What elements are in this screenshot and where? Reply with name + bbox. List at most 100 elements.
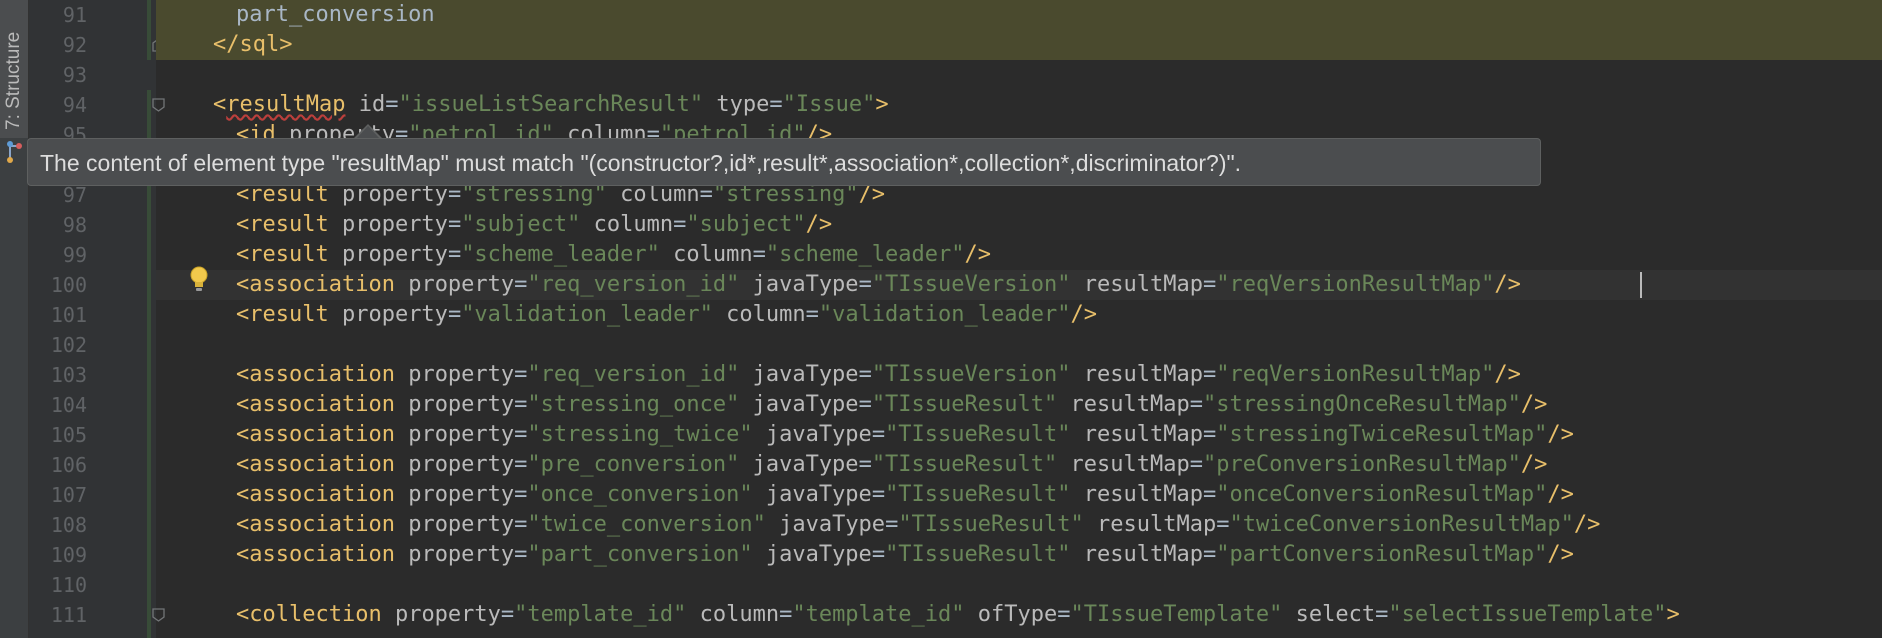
- code-token: <result: [236, 212, 329, 237]
- code-line[interactable]: [156, 570, 1882, 600]
- code-token: column: [712, 302, 806, 327]
- code-token: =: [1189, 392, 1203, 417]
- code-token: =: [752, 242, 766, 267]
- line-number: 104: [50, 393, 87, 417]
- code-token: ofType: [964, 602, 1058, 627]
- code-line[interactable]: part_conversion: [156, 0, 1882, 30]
- code-editor[interactable]: part_conversion </sql> < resultMap id = "issu…: [156, 0, 1882, 638]
- code-token: <: [213, 92, 227, 117]
- code-token: =: [1202, 422, 1217, 447]
- code-line[interactable]: <association property="stressing_twice" …: [156, 420, 1882, 450]
- code-token: =: [514, 482, 528, 507]
- code-token: =: [514, 422, 528, 447]
- code-token: "subject": [461, 212, 581, 237]
- code-line[interactable]: <association property="twice_conversion"…: [156, 510, 1882, 540]
- code-token: column: [580, 212, 674, 237]
- code-line[interactable]: <result property="validation_leader" col…: [156, 300, 1882, 330]
- code-token: type: [703, 92, 770, 117]
- code-line[interactable]: <collection property="template_id" colum…: [156, 600, 1882, 630]
- code-line[interactable]: <resultMap id="issueListSearchResult" ty…: [156, 90, 1882, 120]
- code-token: property: [394, 392, 515, 417]
- code-line[interactable]: <association property="part_conversion" …: [156, 540, 1882, 570]
- code-token: javaType: [752, 482, 872, 507]
- code-token: resultMap: [1083, 512, 1217, 537]
- code-token: "onceConversionResultMap": [1216, 482, 1548, 507]
- code-token: =: [514, 542, 528, 567]
- code-token: >: [1666, 602, 1680, 627]
- code-line[interactable]: <association property="stressing_once" j…: [156, 390, 1882, 420]
- code-token: =: [447, 242, 462, 267]
- code-token: property: [381, 602, 501, 627]
- code-token: resultMap: [1070, 482, 1203, 507]
- code-line[interactable]: [156, 60, 1882, 90]
- code-token: "template_id": [792, 602, 965, 627]
- code-token: "twice_conversion": [527, 512, 766, 537]
- code-token: "subject": [686, 212, 806, 237]
- code-token: =: [673, 212, 687, 237]
- code-token: =: [500, 602, 515, 627]
- code-token: >: [875, 92, 889, 117]
- code-token: "reqVersionResultMap": [1216, 362, 1495, 387]
- code-token: =: [769, 92, 783, 117]
- error-tooltip-text: The content of element type "resultMap" …: [40, 150, 1242, 176]
- code-token: javaType: [739, 272, 859, 297]
- code-line[interactable]: <association property="req_version_id" j…: [156, 270, 1882, 300]
- code-token: "part_conversion": [527, 542, 753, 567]
- code-line[interactable]: <result property="subject" column="subje…: [156, 210, 1882, 240]
- code-token: "TIssueVersion": [871, 362, 1071, 387]
- code-token: "TIssueResult": [885, 542, 1071, 567]
- change-marker: [147, 0, 151, 60]
- code-token: =: [858, 272, 872, 297]
- line-number: 106: [50, 453, 87, 477]
- code-line[interactable]: [156, 330, 1882, 360]
- code-token: "TIssueVersion": [871, 272, 1071, 297]
- code-line[interactable]: <association property="once_conversion" …: [156, 480, 1882, 510]
- code-token: "stressingOnceResultMap": [1202, 392, 1521, 417]
- code-token: resultMap: [1057, 452, 1190, 477]
- code-token: <association: [236, 542, 395, 567]
- code-token: javaType: [752, 422, 872, 447]
- code-token: =: [1216, 512, 1230, 537]
- code-token: resultMap: [1057, 392, 1190, 417]
- code-token: />: [1520, 392, 1548, 417]
- code-token: />: [1494, 362, 1521, 387]
- code-token: select: [1282, 602, 1376, 627]
- code-token: "Issue": [782, 92, 876, 117]
- code-token: "req_version_id": [527, 272, 740, 297]
- code-token: resultMap: [1070, 422, 1203, 447]
- code-token: =: [1202, 482, 1217, 507]
- code-token: =: [1202, 272, 1217, 297]
- code-token: =: [514, 512, 528, 537]
- code-token: />: [964, 242, 992, 267]
- line-number: 108: [50, 513, 87, 537]
- code-token: =: [514, 272, 528, 297]
- code-token: property: [394, 512, 515, 537]
- line-number: 91: [62, 3, 87, 27]
- code-line[interactable]: <association property="pre_conversion" j…: [156, 450, 1882, 480]
- code-token: property: [394, 542, 515, 567]
- code-token: =: [1202, 542, 1217, 567]
- code-token: property: [394, 362, 515, 387]
- lightbulb-icon[interactable]: [188, 265, 210, 293]
- code-token: "issueListSearchResult": [398, 92, 704, 117]
- code-token: id: [345, 92, 386, 117]
- code-line[interactable]: <result property="scheme_leader" column=…: [156, 240, 1882, 270]
- code-token: "stressingTwiceResultMap": [1216, 422, 1548, 447]
- code-line[interactable]: <association property="req_version_id" j…: [156, 360, 1882, 390]
- code-line[interactable]: </sql>: [156, 30, 1882, 60]
- structure-tab[interactable]: 7: Structure: [0, 0, 28, 138]
- code-token: column: [659, 242, 753, 267]
- code-token: "scheme_leader": [765, 242, 965, 267]
- structure-icon[interactable]: [4, 138, 24, 166]
- tool-window-strip: 7: Structure: [0, 0, 29, 638]
- code-token: <result: [236, 302, 329, 327]
- code-token: "req_version_id": [527, 362, 740, 387]
- code-token: =: [1189, 452, 1203, 477]
- code-token: "template_id": [514, 602, 687, 627]
- code-token: =: [805, 302, 819, 327]
- error-tooltip: The content of element type "resultMap" …: [27, 138, 1541, 186]
- code-token: "selectIssueTemplate": [1388, 602, 1667, 627]
- code-token: =: [514, 362, 528, 387]
- structure-tab-label: 7: Structure: [3, 31, 24, 130]
- code-token: column: [686, 602, 780, 627]
